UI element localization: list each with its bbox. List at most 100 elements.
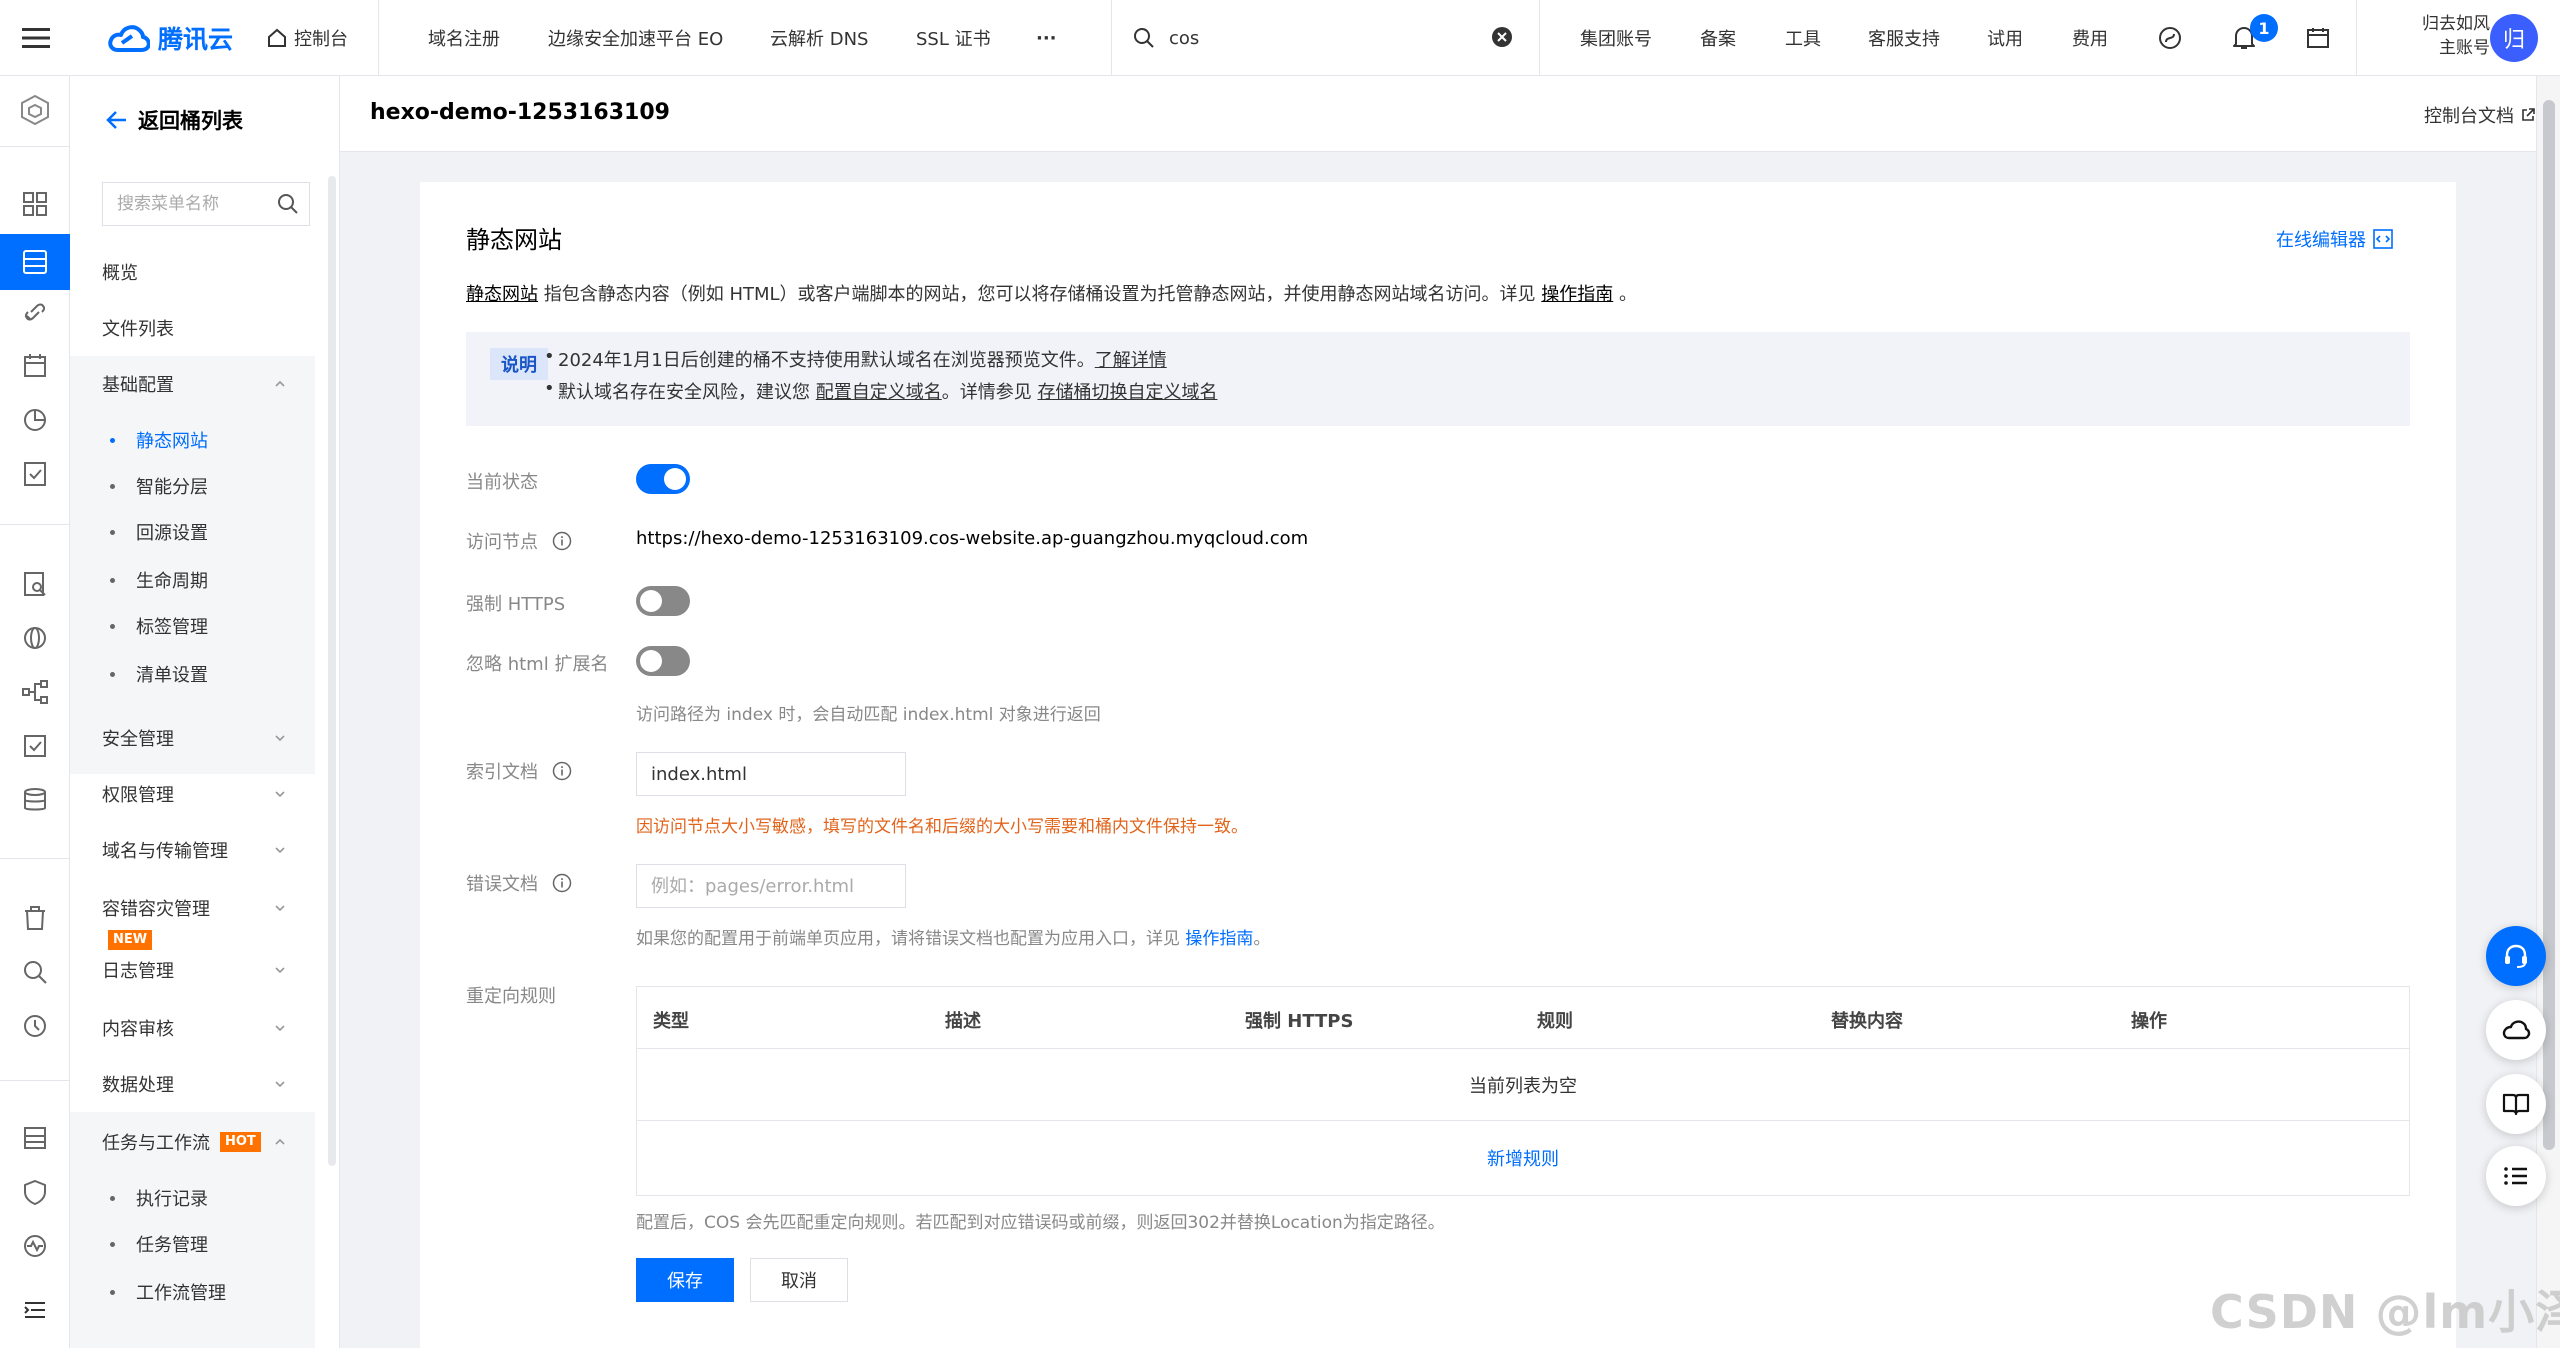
link-icon[interactable] bbox=[21, 298, 49, 326]
menu-label: 内容审核 bbox=[102, 1019, 174, 1040]
globe-icon[interactable] bbox=[21, 624, 49, 652]
link-tools[interactable]: 工具 bbox=[1785, 25, 1821, 51]
report-icon[interactable] bbox=[21, 460, 49, 488]
docs-button[interactable] bbox=[2486, 1074, 2546, 1134]
nav-dns[interactable]: 云解析 DNS bbox=[770, 25, 868, 51]
sub-origin-settings[interactable]: 回源设置 bbox=[70, 512, 315, 552]
list-button[interactable] bbox=[2486, 1146, 2546, 1206]
menu-disaster-recovery[interactable]: 容错容灾管理 bbox=[70, 884, 315, 932]
nav-edgeone[interactable]: 边缘安全加速平台 EO bbox=[548, 25, 723, 51]
back-to-bucket-list[interactable]: 返回桶列表 bbox=[106, 100, 243, 140]
bucket-name: hexo-demo-1253163109 bbox=[370, 100, 670, 125]
info-icon[interactable] bbox=[552, 761, 572, 781]
cube-icon[interactable] bbox=[19, 94, 51, 126]
calendar-icon[interactable] bbox=[2306, 0, 2330, 76]
flow-icon[interactable] bbox=[21, 678, 49, 706]
menu-content-audit[interactable]: 内容审核 bbox=[70, 1004, 315, 1052]
index-doc-input[interactable] bbox=[636, 752, 906, 796]
bell-icon[interactable] bbox=[2232, 0, 2256, 76]
tencent-icon[interactable] bbox=[2158, 0, 2182, 76]
avatar[interactable]: 归 bbox=[2490, 14, 2538, 62]
notice-text: 2024年1月1日后创建的桶不支持使用默认域名在浏览器预览文件。 bbox=[558, 350, 1095, 371]
col-rule: 规则 bbox=[1537, 1011, 1573, 1032]
dashboard-icon[interactable] bbox=[21, 190, 49, 218]
static-website-link[interactable]: 静态网站 bbox=[466, 284, 538, 305]
calendar-check-icon[interactable] bbox=[21, 352, 49, 380]
console-docs-link[interactable]: 控制台文档 bbox=[2424, 102, 2536, 128]
sidebar-scrollbar[interactable] bbox=[328, 176, 336, 1166]
menu-icon[interactable] bbox=[22, 0, 50, 76]
link-group-account[interactable]: 集团账号 bbox=[1580, 25, 1652, 51]
save-button[interactable]: 保存 bbox=[636, 1258, 734, 1302]
link-trial[interactable]: 试用 bbox=[1987, 25, 2023, 51]
database-icon[interactable] bbox=[21, 786, 49, 814]
user-info[interactable]: 归去如风 主账号 bbox=[2380, 12, 2490, 60]
error-doc-input[interactable] bbox=[636, 864, 906, 908]
switch-domain-link[interactable]: 存储桶切换自定义域名 bbox=[1037, 382, 1217, 403]
nav-ssl[interactable]: SSL 证书 bbox=[916, 25, 991, 51]
sub-intelligent-tiering[interactable]: 智能分层 bbox=[70, 466, 315, 506]
learn-more-link[interactable]: 了解详情 bbox=[1095, 350, 1167, 371]
notice-text: 。详情参见 bbox=[941, 382, 1038, 403]
menu-domain-transfer[interactable]: 域名与传输管理 bbox=[70, 826, 315, 874]
link-billing[interactable]: 费用 bbox=[2072, 25, 2108, 51]
collapse-menu-icon[interactable] bbox=[21, 1296, 49, 1324]
search-icon bbox=[1134, 28, 1154, 48]
nav-domain-register[interactable]: 域名注册 bbox=[428, 25, 500, 51]
archive-icon[interactable] bbox=[21, 1124, 49, 1152]
menu-label: 域名与传输管理 bbox=[102, 841, 228, 862]
cloud-assistant-button[interactable] bbox=[2486, 1000, 2546, 1060]
sub-lifecycle[interactable]: 生命周期 bbox=[70, 560, 315, 600]
storage-bucket-icon[interactable] bbox=[21, 248, 49, 276]
chevron-down-icon bbox=[275, 1081, 285, 1088]
link-icp[interactable]: 备案 bbox=[1700, 25, 1736, 51]
add-rule-button[interactable]: 新增规则 bbox=[637, 1121, 2409, 1195]
search-doc-icon[interactable] bbox=[21, 570, 49, 598]
monitor-icon[interactable] bbox=[21, 1232, 49, 1260]
col-description: 描述 bbox=[945, 1011, 981, 1032]
clear-icon[interactable] bbox=[1491, 26, 1513, 48]
force-https-toggle[interactable] bbox=[636, 586, 690, 616]
shield-icon[interactable] bbox=[21, 1178, 49, 1206]
search-icon[interactable] bbox=[277, 193, 299, 215]
sub-tag-management[interactable]: 标签管理 bbox=[70, 606, 315, 646]
ignore-html-toggle[interactable] bbox=[636, 646, 690, 676]
sub-task-management[interactable]: 任务管理 bbox=[70, 1224, 315, 1264]
console-link[interactable]: 控制台 bbox=[266, 0, 348, 76]
nav-more[interactable]: ··· bbox=[1036, 28, 1057, 49]
brand-logo[interactable]: 腾讯云 bbox=[108, 0, 233, 76]
menu-file-list[interactable]: 文件列表 bbox=[70, 304, 315, 352]
clock-icon[interactable] bbox=[21, 1012, 49, 1040]
menu-search-input[interactable] bbox=[117, 194, 277, 214]
menu-label: 安全管理 bbox=[102, 729, 174, 750]
menu-search[interactable] bbox=[102, 182, 310, 226]
info-icon[interactable] bbox=[552, 531, 572, 551]
sub-static-website[interactable]: 静态网站 bbox=[70, 420, 315, 460]
menu-data-processing[interactable]: 数据处理 bbox=[70, 1060, 315, 1108]
sub-execution-records[interactable]: 执行记录 bbox=[70, 1178, 315, 1218]
scrollbar-thumb[interactable] bbox=[2543, 100, 2555, 1150]
menu-permissions[interactable]: 权限管理 bbox=[70, 770, 315, 818]
link-support[interactable]: 客服支持 bbox=[1868, 25, 1940, 51]
guide-link[interactable]: 操作指南 bbox=[1185, 929, 1253, 949]
sub-workflow-management[interactable]: 工作流管理 bbox=[70, 1272, 315, 1312]
menu-overview[interactable]: 概览 bbox=[70, 248, 315, 296]
guide-link[interactable]: 操作指南 bbox=[1541, 284, 1613, 305]
menu-tasks-workflow[interactable]: 任务与工作流 HOT bbox=[70, 1118, 315, 1166]
menu-logs[interactable]: 日志管理 bbox=[70, 946, 315, 994]
sub-inventory[interactable]: 清单设置 bbox=[70, 654, 315, 694]
trash-icon[interactable] bbox=[21, 904, 49, 932]
customer-service-button[interactable] bbox=[2486, 926, 2546, 986]
menu-basic-config[interactable]: 基础配置 bbox=[70, 360, 315, 408]
info-icon[interactable] bbox=[552, 873, 572, 893]
global-search[interactable]: cos bbox=[1111, 0, 1539, 76]
custom-domain-link[interactable]: 配置自定义域名 bbox=[816, 382, 942, 403]
online-editor-link[interactable]: 在线编辑器 bbox=[2276, 226, 2394, 252]
checklist-icon[interactable] bbox=[21, 732, 49, 760]
menu-security[interactable]: 安全管理 bbox=[70, 714, 315, 762]
zoom-icon[interactable] bbox=[21, 958, 49, 986]
cancel-button[interactable]: 取消 bbox=[750, 1258, 848, 1302]
search-input[interactable]: cos bbox=[1169, 28, 1199, 49]
pie-chart-icon[interactable] bbox=[21, 406, 49, 434]
status-toggle[interactable] bbox=[636, 464, 690, 494]
